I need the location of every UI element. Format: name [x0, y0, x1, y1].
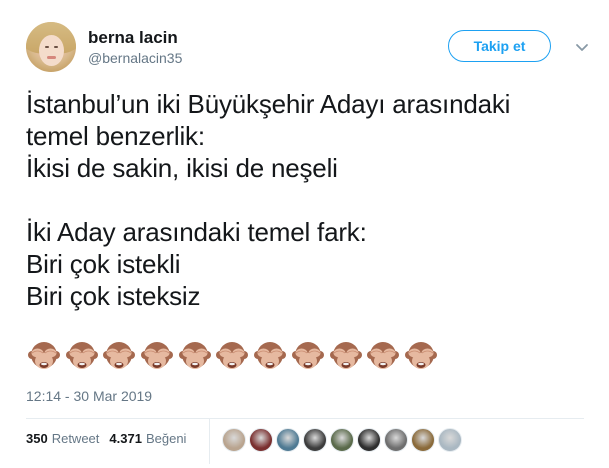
tweet-line: İstanbul’un iki Büyükşehir Adayı arasınd… [26, 89, 511, 119]
liker-avatar[interactable] [330, 428, 354, 452]
liker-avatar[interactable] [438, 428, 462, 452]
see-no-evil-monkey-icon [367, 342, 400, 369]
retweet-count[interactable]: 350 [26, 431, 48, 446]
liker-avatar[interactable] [384, 428, 408, 452]
see-no-evil-monkey-icon [103, 342, 136, 369]
chevron-down-icon[interactable] [572, 37, 592, 57]
see-no-evil-monkey-icon [404, 342, 437, 369]
follow-button[interactable]: Takip et [448, 30, 551, 62]
tweet-timestamp[interactable]: 12:14 - 30 Mar 2019 [26, 388, 152, 404]
tweet-stats: 350 Retweet 4.371 Beğeni [26, 431, 196, 446]
tweet-line: Biri çok istekli [26, 249, 181, 279]
tweet-line [26, 184, 586, 216]
see-no-evil-monkey-icon [329, 342, 362, 369]
tweet-text: İstanbul’un iki Büyükşehir Adayı arasınd… [26, 88, 586, 312]
liker-avatar[interactable] [411, 428, 435, 452]
liker-avatar[interactable] [276, 428, 300, 452]
liker-avatar[interactable] [357, 428, 381, 452]
liker-avatar[interactable] [222, 428, 246, 452]
user-handle[interactable]: @bernalacin35 [88, 48, 182, 68]
tweet-header: berna lacin @bernalacin35 Takip et [26, 22, 596, 72]
liker-avatar[interactable] [249, 428, 273, 452]
see-no-evil-monkey-icon [28, 342, 60, 369]
see-no-evil-monkey-icon [178, 342, 211, 369]
liker-avatar[interactable] [303, 428, 327, 452]
like-label[interactable]: Beğeni [146, 431, 186, 446]
see-no-evil-monkey-icon [291, 342, 324, 369]
stats-separator [209, 418, 210, 464]
avatar[interactable] [26, 22, 76, 72]
tweet-line: İkisi de sakin, ikisi de neşeli [26, 153, 338, 183]
tweet-line: Biri çok isteksiz [26, 281, 201, 311]
see-no-evil-monkey-icon [216, 342, 249, 369]
retweet-label[interactable]: Retweet [52, 431, 100, 446]
tweet-line: temel benzerlik: [26, 121, 205, 151]
see-no-evil-monkey-icon [65, 342, 98, 369]
see-no-evil-monkey-icon [141, 342, 174, 369]
user-names: berna lacin @bernalacin35 [88, 28, 182, 68]
tweet-line: İki Aday arasındaki temel fark: [26, 217, 367, 247]
see-no-evil-monkey-icon [254, 342, 287, 369]
divider [26, 418, 584, 419]
liker-avatars [222, 428, 465, 452]
display-name[interactable]: berna lacin [88, 28, 182, 48]
like-count[interactable]: 4.371 [109, 431, 142, 446]
emoji-row [27, 340, 442, 374]
